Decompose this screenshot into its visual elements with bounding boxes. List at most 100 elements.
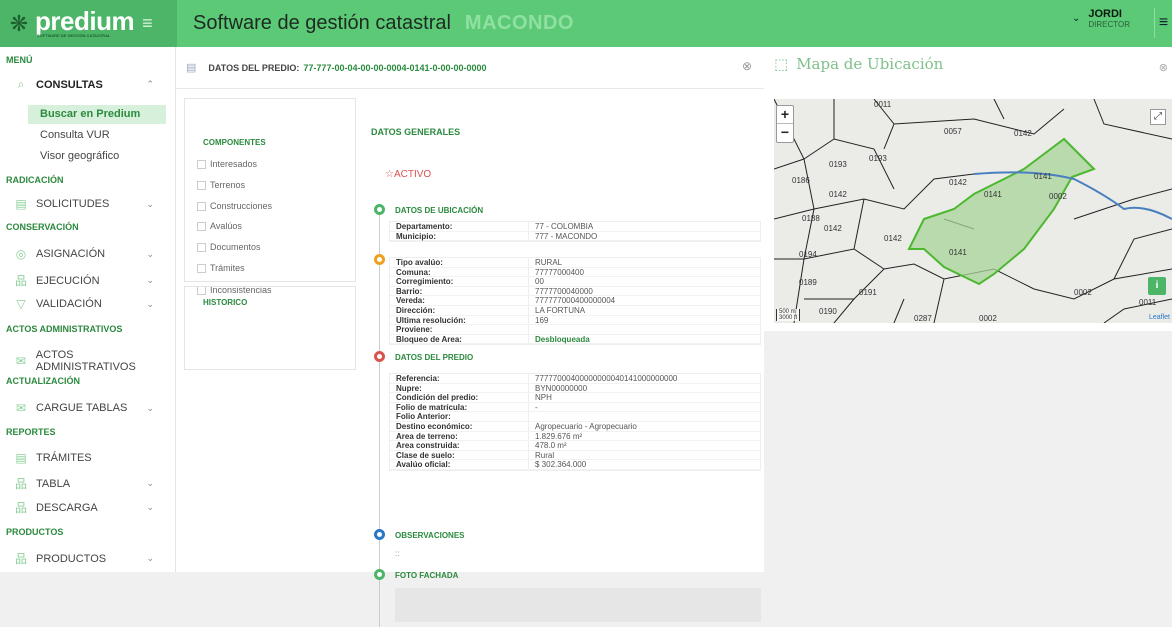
brand-name: predium xyxy=(35,6,135,36)
chevron-down-icon: ⌄ xyxy=(146,275,154,285)
sidebar-item-descarga[interactable]: 品 DESCARGA ⌄ xyxy=(14,499,164,516)
table-row: Nupre: BYN00000000 xyxy=(390,383,760,394)
sidebar-item-consultas[interactable]: ⌕ CONSULTAS ⌃ xyxy=(14,77,164,92)
sidebar-item-asignacion[interactable]: ◎ ASIGNACIÓN ⌄ xyxy=(14,247,164,261)
section-menu: MENÚ xyxy=(6,55,33,65)
chevron-down-icon: ⌄ xyxy=(146,198,154,209)
componente-terrenos[interactable]: Terrenos xyxy=(197,180,245,190)
svg-text:0188: 0188 xyxy=(802,214,820,223)
table-row: Area construida: 478.0 m² xyxy=(390,441,760,451)
svg-text:0141: 0141 xyxy=(1034,172,1052,181)
sidebar-item-tabla[interactable]: 品 TABLA ⌄ xyxy=(14,475,164,492)
brand: ❋ predium SOFTWARE DE GESTIÓN CATASTRAL … xyxy=(0,0,177,47)
chevron-down-icon: ⌄ xyxy=(1071,13,1081,24)
ubicacion-table: Departamento: 77 - COLOMBIA Municipio: 777… xyxy=(389,221,761,243)
predio-title: DATOS DEL PREDIO xyxy=(395,353,474,362)
zoom-in-button[interactable]: + xyxy=(777,106,793,124)
map-title: Mapa de Ubicación xyxy=(796,55,944,73)
observaciones-text: :: xyxy=(395,549,400,558)
cursor-icon: ⬚ xyxy=(774,55,789,73)
componente-avaluos[interactable]: Avalúos xyxy=(197,221,242,231)
sidebar-item-tramites[interactable]: ▤ TRÁMITES xyxy=(14,451,164,465)
app-title: Software de gestión catastral xyxy=(193,12,451,34)
section-actualizacion: ACTUALIZACIÓN xyxy=(6,376,80,386)
svg-text:0194: 0194 xyxy=(799,250,817,259)
table-row: Bloqueo de Area: Desbloqueada xyxy=(390,334,760,345)
componente-construcciones[interactable]: Construcciones xyxy=(197,201,272,211)
brand-sub: SOFTWARE DE GESTIÓN CATASTRAL xyxy=(37,33,111,38)
sidebar-item-visor[interactable]: Visor geográfico xyxy=(28,147,166,166)
svg-text:0142: 0142 xyxy=(824,224,842,233)
sidebar-item-productos[interactable]: 品 PRODUCTOS ⌄ xyxy=(14,550,164,567)
timeline-dot xyxy=(374,254,385,265)
sidebar-item-validacion[interactable]: ▽ VALIDACIÓN ⌄ xyxy=(14,297,164,311)
sidebar-item-ejecucion[interactable]: 品 EJECUCIÓN ⌄ xyxy=(14,272,164,289)
close-icon[interactable]: ⊗ xyxy=(742,59,752,73)
table-row: Folio Anterior: xyxy=(390,412,760,422)
svg-text:0057: 0057 xyxy=(944,127,962,136)
sidebar-item-cargue[interactable]: ✉ CARGUE TABLAS ⌄ xyxy=(14,401,164,415)
filter-icon: ▽ xyxy=(16,297,26,311)
table-row: Dirección: LA FORTUNA xyxy=(390,305,760,316)
svg-text:0190: 0190 xyxy=(819,307,837,316)
close-icon[interactable]: ⊗ xyxy=(1159,61,1168,74)
user-menu[interactable]: ⌄ JORDI DIRECTOR xyxy=(1072,8,1130,29)
svg-text:0142: 0142 xyxy=(829,190,847,199)
mail-icon: ✉ xyxy=(15,401,27,415)
svg-text:0193: 0193 xyxy=(829,160,847,169)
map-header: ⬚ Mapa de Ubicación xyxy=(774,55,943,73)
historico-card[interactable]: HISTORICO xyxy=(184,286,356,370)
sidebar-item-actos[interactable]: ✉ ACTOS ADMINISTRATIVOS xyxy=(14,349,174,373)
predio-header: ▤ DATOS DEL PREDIO: 77-777-00-04-00-00-0… xyxy=(176,47,764,89)
map-panel: ⬚ Mapa de Ubicación ⊗ 0011 0057 0142 019… xyxy=(764,47,1172,572)
table-row: Condición del predio: NPH xyxy=(390,393,760,403)
componente-documentos[interactable]: Documentos xyxy=(197,242,261,252)
sidebar-item-buscar[interactable]: Buscar en Predium xyxy=(28,105,166,124)
document-icon: ▤ xyxy=(15,197,27,211)
predio-table: Referencia: 77777000400000000040141000000… xyxy=(389,373,761,471)
hamburger-icon[interactable]: ≡ xyxy=(142,13,153,34)
timeline-dot xyxy=(374,529,385,540)
hierarchy-icon: 品 xyxy=(14,552,27,566)
sidebar-item-solicitudes[interactable]: ▤ SOLICITUDES ⌄ xyxy=(14,197,164,211)
foto-title: FOTO FACHADA xyxy=(395,571,459,580)
map-card: ⬚ Mapa de Ubicación ⊗ 0011 0057 0142 019… xyxy=(764,47,1172,331)
table-row: Avalúo oficial: $ 302.364.000 xyxy=(390,460,760,470)
foto-fachada xyxy=(395,588,761,622)
svg-text:0199: 0199 xyxy=(874,322,892,323)
search-icon: ⌕ xyxy=(17,77,25,91)
section-productos: PRODUCTOS xyxy=(6,527,64,537)
map-view[interactable]: 0011 0057 0142 0193 0193 0186 0142 0142 … xyxy=(774,99,1172,323)
table-row: Referencia: 77777000400000000040141000000… xyxy=(390,374,760,384)
section-actos: ACTOS ADMINISTRATIVOS xyxy=(6,324,123,334)
map-attribution[interactable]: Leaflet xyxy=(1149,314,1170,321)
document-icon: ▤ xyxy=(15,451,27,465)
user-role: DIRECTOR xyxy=(1088,20,1130,29)
section-conservacion: CONSERVACIÓN xyxy=(6,222,79,232)
predio-code: 77-777-00-04-00-00-0004-0141-0-00-00-000… xyxy=(303,62,487,73)
hierarchy-icon: 品 xyxy=(14,477,27,491)
svg-text:0141: 0141 xyxy=(984,190,1002,199)
svg-text:0191: 0191 xyxy=(859,288,877,297)
componente-interesados[interactable]: Interesados xyxy=(197,159,257,169)
user-name: JORDI xyxy=(1088,8,1122,20)
right-menu-icon[interactable]: ≡ xyxy=(1154,8,1172,38)
ubicacion-title: DATOS DE UBICACIÓN xyxy=(395,206,484,215)
sidebar-item-consulta-vur[interactable]: Consulta VUR xyxy=(28,126,166,145)
table-row: Barrio: 7777700040000 xyxy=(390,286,760,297)
chevron-down-icon: ⌄ xyxy=(146,248,154,259)
componente-tramites[interactable]: Trámites xyxy=(197,263,245,273)
zoom-out-button[interactable]: − xyxy=(777,124,793,142)
table-row: Folio de matrícula: - xyxy=(390,402,760,413)
tipo-table: Tipo avalúo: RURAL Comuna: 77777000400 Cor… xyxy=(389,257,761,346)
info-button[interactable]: i xyxy=(1148,277,1166,295)
zoom-control: + − xyxy=(776,105,794,143)
timeline-dot xyxy=(374,204,385,215)
hierarchy-icon: 品 xyxy=(14,501,27,515)
chevron-up-icon: ⌃ xyxy=(146,79,154,89)
mail-icon: ✉ xyxy=(15,354,26,368)
table-row: Departamento: 77 - COLOMBIA xyxy=(390,222,760,232)
sidebar: MENÚ ⌕ CONSULTAS ⌃ Buscar en Predium Con… xyxy=(0,47,176,572)
fullscreen-icon[interactable]: ⤢ xyxy=(1150,109,1166,125)
table-row: Tipo avalúo: RURAL xyxy=(390,258,760,268)
